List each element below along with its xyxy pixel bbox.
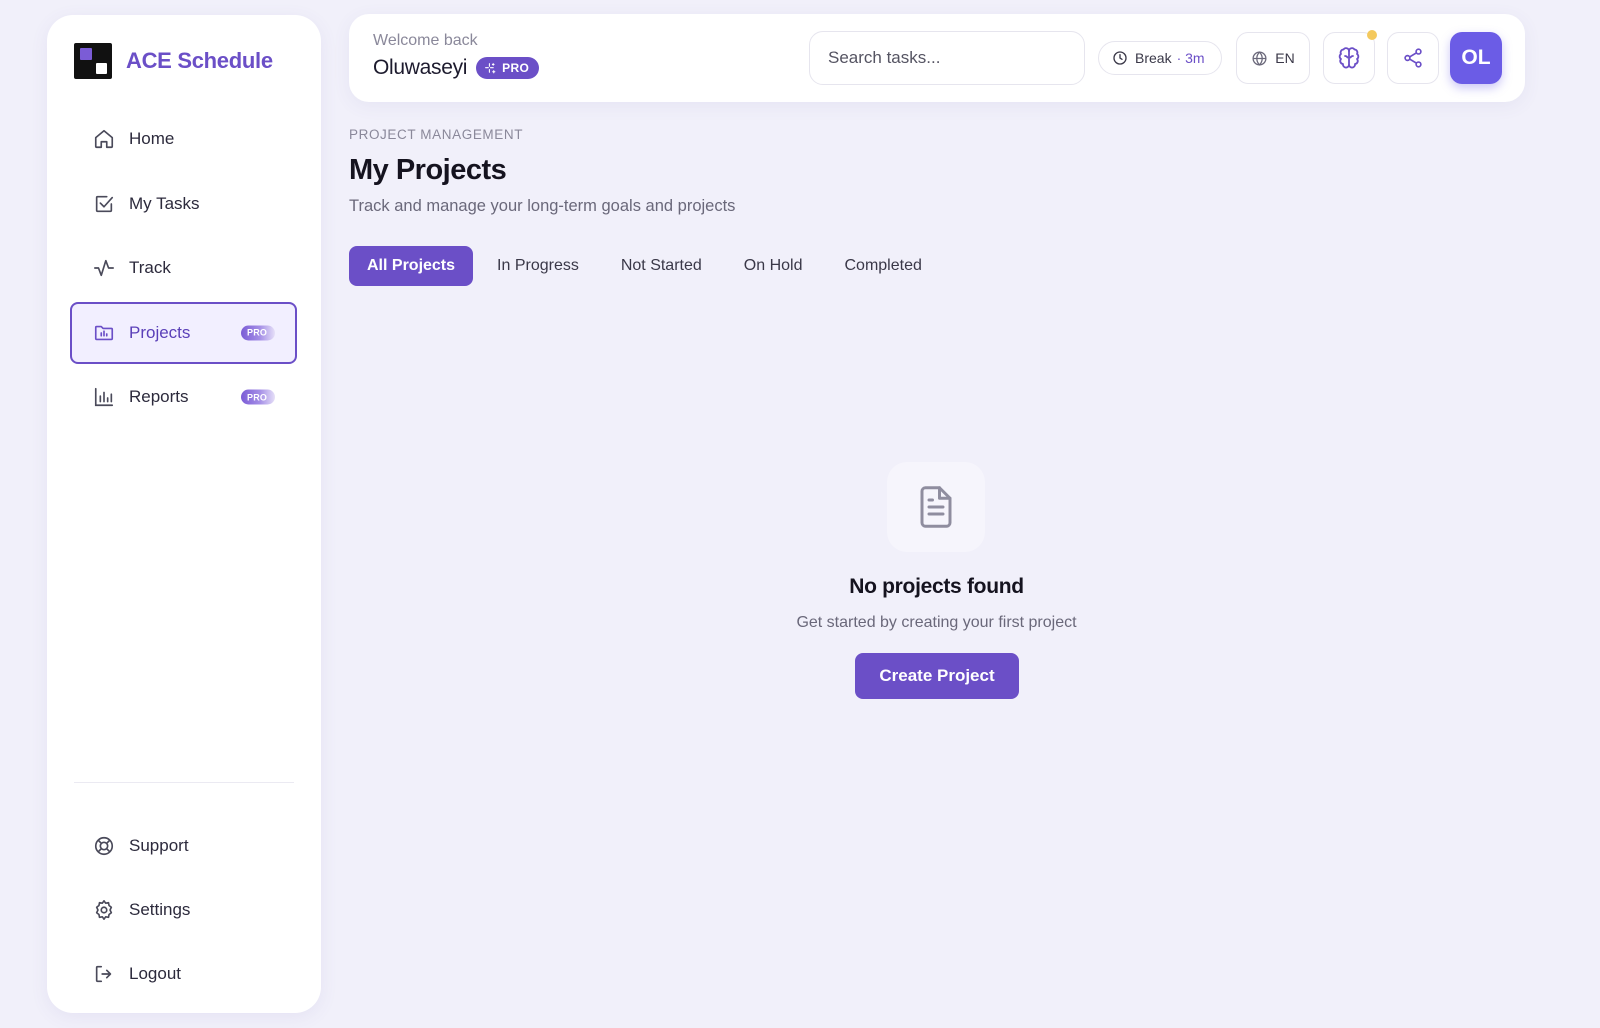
break-timer-chip[interactable]: Break · 3m (1098, 41, 1222, 75)
user-greeting: Oluwaseyi PRO (373, 56, 540, 80)
ai-brain-button[interactable] (1323, 30, 1377, 84)
empty-state-subtitle: Get started by creating your first proje… (796, 614, 1077, 631)
sidebar-item-logout[interactable]: Logout (70, 943, 297, 1005)
sidebar-item-home[interactable]: Home (70, 108, 297, 170)
pro-badge: PRO (241, 325, 275, 340)
sidebar-item-reports[interactable]: Reports PRO (70, 366, 297, 428)
create-project-button[interactable]: Create Project (855, 653, 1019, 699)
tab-in-progress[interactable]: In Progress (479, 246, 597, 286)
pro-badge: PRO (241, 389, 275, 405)
task-check-icon (92, 192, 116, 216)
language-selector[interactable]: EN (1236, 32, 1310, 84)
sidebar: ACE Schedule Home My Tasks Track Project… (47, 15, 321, 1013)
language-code: EN (1275, 50, 1295, 66)
sidebar-item-projects[interactable]: Projects PRO (70, 301, 297, 364)
bar-chart-icon (92, 385, 116, 409)
lifebuoy-icon (92, 834, 116, 858)
gear-icon (92, 898, 116, 922)
empty-state-title: No projects found (849, 575, 1024, 598)
pro-badge: PRO (476, 57, 540, 79)
activity-icon (92, 256, 116, 280)
sidebar-item-settings[interactable]: Settings (70, 879, 297, 941)
tab-all-projects[interactable]: All Projects (349, 246, 474, 286)
sparkle-icon (485, 62, 496, 73)
user-avatar[interactable]: OL (1450, 32, 1502, 84)
globe-icon (1252, 50, 1267, 66)
break-duration: · 3m (1176, 50, 1205, 66)
sidebar-item-label: Logout (129, 964, 181, 983)
notification-dot (1367, 30, 1377, 40)
sidebar-item-track[interactable]: Track (70, 237, 297, 299)
search-input[interactable] (809, 31, 1085, 85)
sidebar-item-label: Reports (129, 387, 189, 406)
section-kicker: PROJECT MANAGEMENT (349, 127, 524, 142)
username: Oluwaseyi (373, 56, 468, 79)
welcome-text: Welcome back (373, 32, 478, 49)
sidebar-item-my-tasks[interactable]: My Tasks (70, 173, 297, 235)
share-button[interactable] (1387, 32, 1439, 84)
sidebar-item-support[interactable]: Support (70, 815, 297, 877)
sidebar-item-label: Settings (129, 900, 191, 919)
empty-state-icon-wrap (887, 462, 985, 552)
sidebar-bottom-nav: Support Settings Logout (70, 815, 297, 1007)
top-header: Welcome back Oluwaseyi PRO Break · 3m EN… (349, 14, 1525, 102)
home-icon (92, 127, 116, 151)
tab-on-hold[interactable]: On Hold (726, 246, 821, 286)
page-title: My Projects (349, 154, 507, 186)
document-icon (920, 486, 952, 528)
tab-not-started[interactable]: Not Started (603, 246, 720, 286)
pro-badge-label: PRO (502, 61, 530, 75)
logout-icon (92, 962, 116, 986)
page-subtitle: Track and manage your long-term goals an… (349, 197, 736, 215)
share-icon (1404, 48, 1422, 68)
sidebar-item-label: Projects (129, 322, 191, 342)
brand-logo-icon (74, 43, 112, 79)
brand[interactable]: ACE Schedule (74, 43, 273, 79)
clock-icon (1113, 51, 1127, 65)
break-label: Break (1135, 50, 1172, 66)
sidebar-item-label: Track (129, 258, 171, 277)
sidebar-divider (74, 782, 294, 783)
sidebar-item-label: My Tasks (129, 193, 200, 213)
brand-name: ACE Schedule (126, 48, 273, 73)
sidebar-item-label: Home (129, 129, 175, 148)
folder-chart-icon (92, 321, 116, 345)
sidebar-item-label: Support (129, 836, 189, 855)
brain-icon (1338, 47, 1360, 69)
project-filter-tabs: All Projects In Progress Not Started On … (349, 246, 940, 286)
tab-completed[interactable]: Completed (826, 246, 939, 286)
sidebar-nav: Home My Tasks Track Projects PRO Reports… (70, 108, 297, 431)
